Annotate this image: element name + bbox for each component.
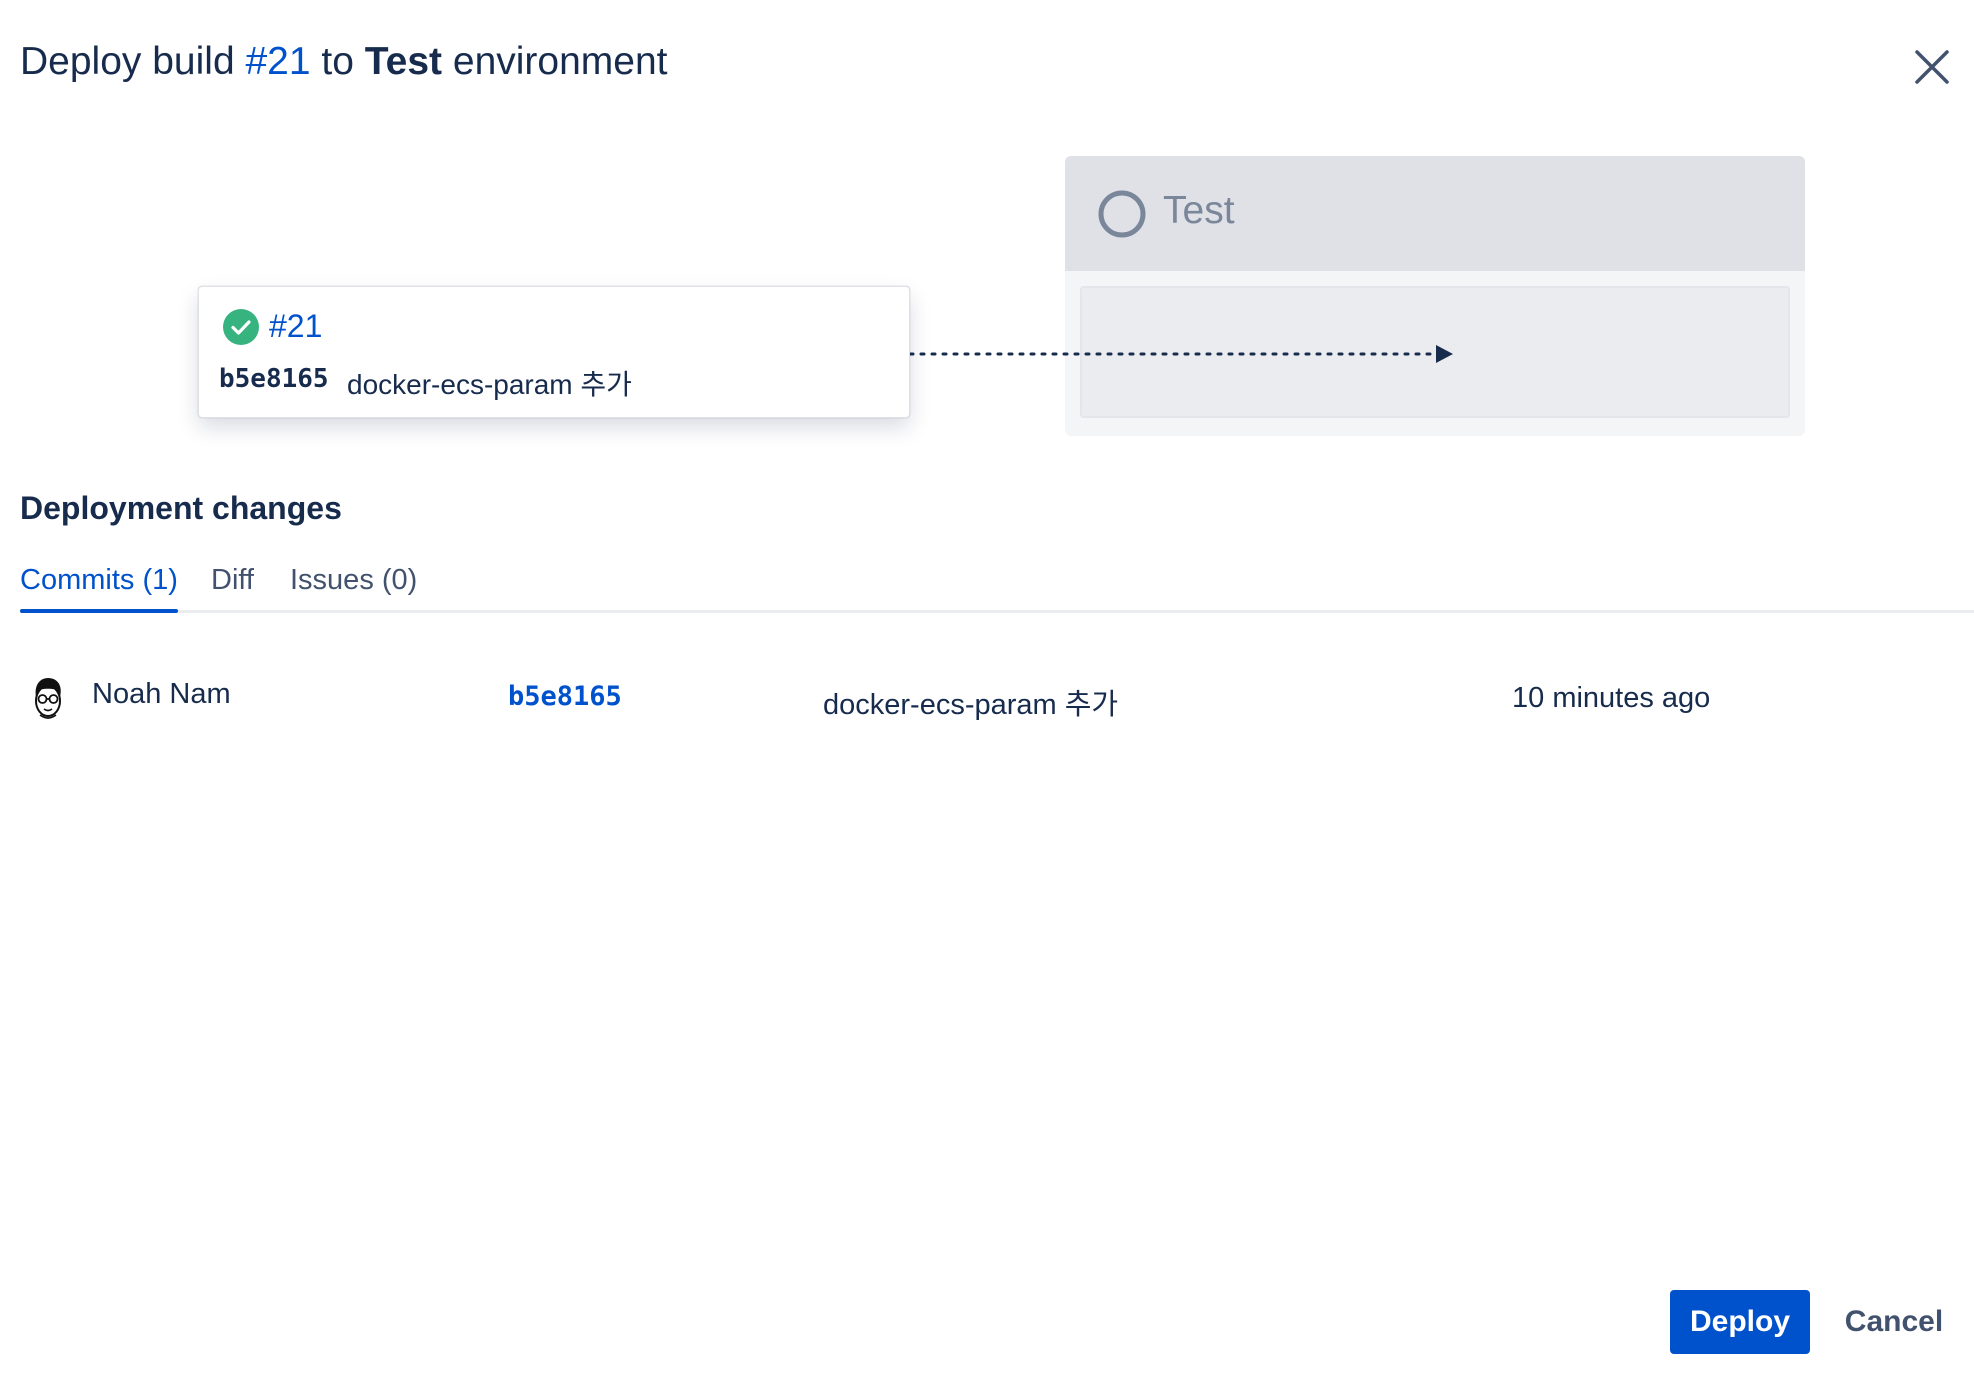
dialog-title: Deploy build #21 to Test environment <box>20 40 668 84</box>
commit-time: 10 minutes ago <box>1512 682 1711 714</box>
title-suffix: environment <box>442 40 668 83</box>
build-number-link[interactable]: #21 <box>269 308 322 345</box>
environment-name: Test <box>1163 189 1235 232</box>
tabs-divider <box>20 610 1974 613</box>
check-circle-icon <box>223 309 259 345</box>
environment-header: Test <box>1065 156 1805 271</box>
commit-author: Noah Nam <box>92 678 231 710</box>
empty-circle-icon <box>1098 190 1146 238</box>
commit-hash-link[interactable]: b5e8165 <box>508 681 622 712</box>
build-card: #21 b5e8165 docker-ecs-param 추가 <box>198 286 910 418</box>
section-heading: Deployment changes <box>20 490 342 526</box>
close-icon <box>1915 50 1949 84</box>
user-avatar <box>35 678 61 719</box>
tab-diff[interactable]: Diff <box>211 564 254 597</box>
environment-panel: Test <box>1065 156 1805 436</box>
close-button[interactable] <box>1913 48 1951 86</box>
title-prefix: Deploy build <box>20 40 246 83</box>
build-commit-message: docker-ecs-param 추가 <box>347 369 632 400</box>
tab-commits[interactable]: Commits (1) <box>20 564 178 597</box>
commit-message: docker-ecs-param 추가 <box>823 689 1119 721</box>
title-env-name: Test <box>364 40 443 83</box>
tab-issues[interactable]: Issues (0) <box>290 564 417 597</box>
deploy-button[interactable]: Deploy <box>1670 1290 1810 1354</box>
build-commit-hash: b5e8165 <box>219 364 329 394</box>
cancel-button[interactable]: Cancel <box>1830 1290 1958 1354</box>
title-mid: to <box>310 40 365 83</box>
title-build-link[interactable]: #21 <box>245 40 310 83</box>
deploy-arrow <box>908 345 1453 363</box>
active-tab-indicator <box>20 609 178 613</box>
